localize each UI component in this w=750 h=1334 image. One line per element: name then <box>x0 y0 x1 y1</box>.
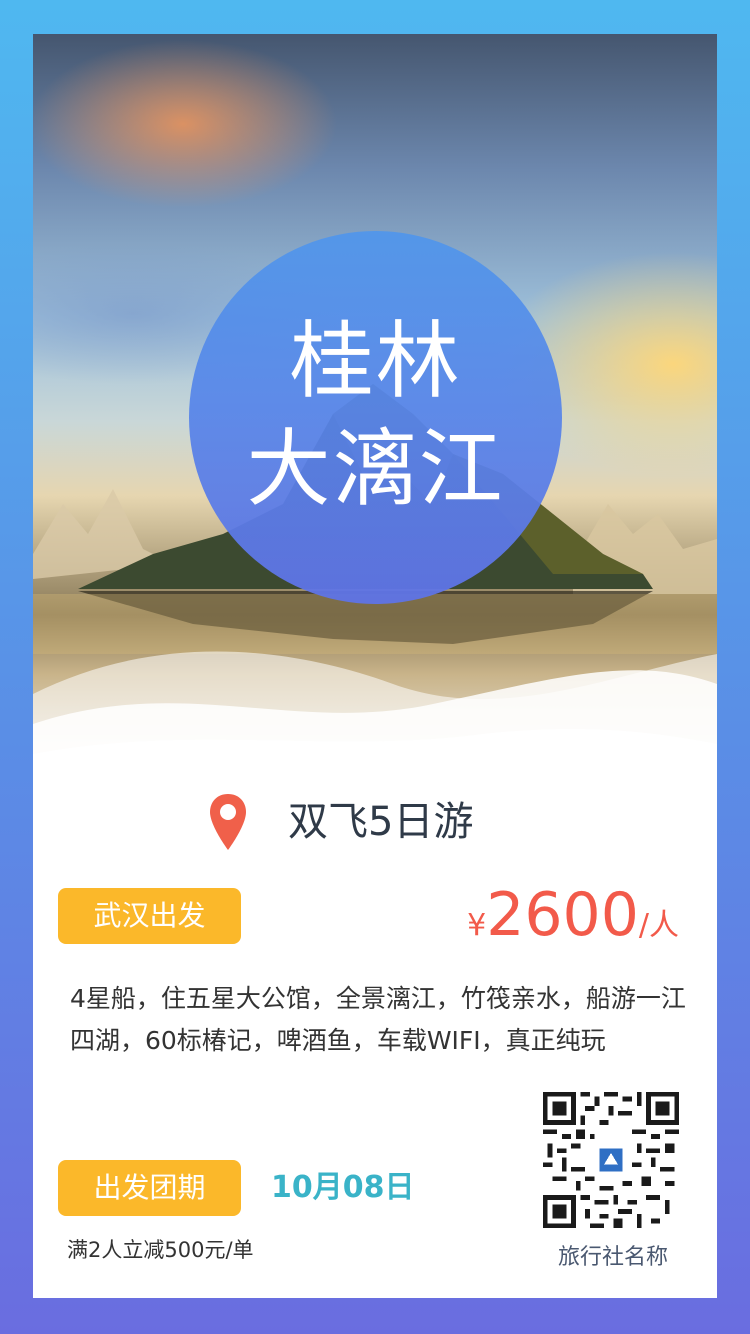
hero-landscape-image: 桂林 大漓江 <box>33 34 717 779</box>
departure-badge: 武汉出发 <box>58 888 241 944</box>
title-line-1: 桂林 <box>289 312 462 410</box>
price: ¥2600/人 <box>467 882 679 948</box>
title-line-2: 大漓江 <box>246 420 505 518</box>
price-amount: 2600 <box>486 880 639 950</box>
price-currency: ¥ <box>467 908 487 943</box>
schedule-badge: 出发团期 <box>58 1160 241 1216</box>
promo-note: 满2人立减500元/单 <box>67 1238 254 1262</box>
schedule-date: 10月08日 <box>271 1170 415 1205</box>
trip-subtitle: 双飞5日游 <box>288 799 474 845</box>
qr-code-icon[interactable] <box>543 1092 679 1228</box>
location-pin-icon <box>210 794 246 850</box>
trip-description: 4星船，住五星大公馆，全景漓江，竹筏亲水，船游一江四湖，60标椿记，啤酒鱼，车载… <box>70 984 686 1055</box>
agency-name: 旅行社名称 <box>557 1245 668 1270</box>
title-circle: 桂林 大漓江 <box>189 231 562 604</box>
price-unit: /人 <box>638 908 679 943</box>
poster-card: 桂林 大漓江 双飞5日游 武汉出发 ¥2600/人 4星船，住五星大公馆，全景漓… <box>33 34 717 1298</box>
